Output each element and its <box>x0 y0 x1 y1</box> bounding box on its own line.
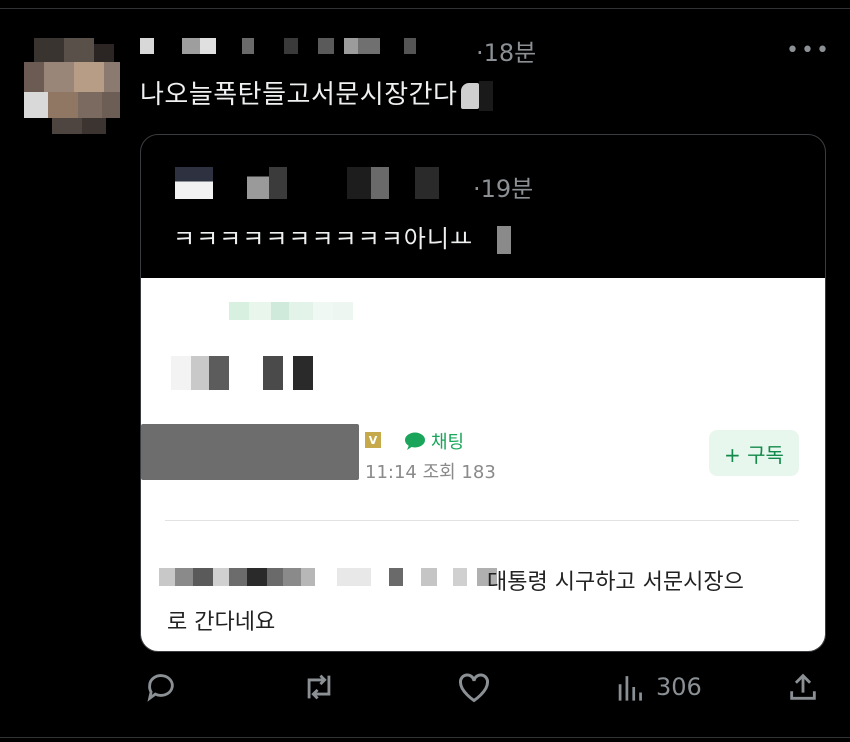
repost-icon <box>307 674 331 700</box>
verified-badge: V <box>365 432 381 448</box>
reply-button[interactable] <box>144 670 178 704</box>
repost-button[interactable] <box>300 670 338 704</box>
quoted-post-time: ·19분 <box>473 175 534 203</box>
action-bar: 306 <box>0 670 850 710</box>
cafe-name-redacted <box>229 302 353 320</box>
subscribe-button[interactable]: + 구독 <box>709 430 799 476</box>
post-text: 나오늘폭탄들고서문시장간다 <box>140 74 494 111</box>
post-meta: 11:14 조회 183 <box>365 462 496 483</box>
heart-icon <box>458 673 490 703</box>
chat-bubble-icon <box>405 432 425 450</box>
bottom-divider <box>0 737 850 738</box>
top-divider <box>0 8 850 9</box>
body-line-1: 대통령 시구하고 서문시장으 <box>487 570 744 595</box>
more-options-icon[interactable]: ••• <box>786 38 831 63</box>
quoted-post[interactable]: ·19분 ㅋㅋㅋㅋㅋㅋㅋㅋㅋㅋ아니ㅛ V 채팅 11:14 조회 183 + 구… <box>140 134 826 652</box>
writer-name-redacted <box>141 424 359 480</box>
views-button[interactable]: 306 <box>616 670 702 704</box>
redacted-emoji <box>461 82 480 109</box>
views-count: 306 <box>656 673 702 701</box>
chat-link[interactable]: 채팅 <box>403 428 464 454</box>
author-name-redacted[interactable] <box>140 38 416 54</box>
body-prefix-redacted <box>159 568 497 586</box>
analytics-icon <box>618 676 642 701</box>
like-button[interactable] <box>456 670 492 704</box>
share-button[interactable] <box>786 670 820 704</box>
post-time[interactable]: ·18분 <box>476 33 536 68</box>
share-icon <box>790 673 816 700</box>
embedded-screenshot: V 채팅 11:14 조회 183 + 구독 대통령 시구하고 서문시장으 로 … <box>141 278 825 651</box>
post-title-redacted <box>171 356 313 390</box>
quoted-post-text: ㅋㅋㅋㅋㅋㅋㅋㅋㅋㅋ아니ㅛ <box>173 219 512 254</box>
quoted-author-redacted <box>175 167 439 199</box>
chat-label: 채팅 <box>431 432 465 453</box>
reply-icon <box>147 674 174 702</box>
body-line-2: 로 간다네요 <box>167 610 276 635</box>
card-divider <box>165 520 799 521</box>
avatar[interactable] <box>24 38 120 134</box>
